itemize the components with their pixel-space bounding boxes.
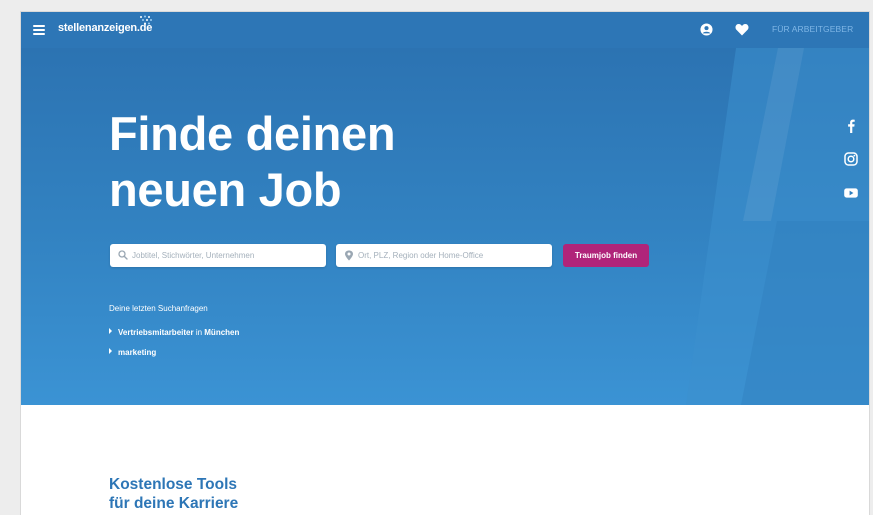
hero-section: Finde deinen neuen Job Traumjob finden D… (21, 48, 869, 405)
location-pin-icon (345, 250, 353, 261)
search-icon (118, 250, 128, 260)
location-input[interactable] (358, 244, 546, 267)
for-employers-link[interactable]: FÜR ARBEITGEBER (772, 24, 853, 34)
logo-dots-icon (140, 15, 152, 25)
youtube-icon[interactable] (843, 185, 859, 201)
recent-search-item[interactable]: marketing (109, 348, 156, 357)
menu-icon[interactable] (33, 25, 45, 35)
favorites-heart-icon[interactable] (735, 23, 749, 36)
recent-search-term: Vertriebsmitarbeiter (118, 328, 194, 337)
job-keyword-field (110, 244, 326, 267)
find-dream-job-button[interactable]: Traumjob finden (563, 244, 649, 267)
location-field (336, 244, 552, 267)
user-account-icon[interactable] (700, 23, 713, 36)
recent-search-term: marketing (118, 348, 157, 357)
facebook-icon[interactable] (843, 118, 859, 134)
caret-right-icon (109, 348, 112, 354)
hero-headline: Finde deinen neuen Job (109, 106, 529, 218)
top-navigation-bar: stellenanzeigen.de FÜR ARBEITGEBER (21, 12, 869, 48)
browser-viewport: stellenanzeigen.de FÜR ARBEITGEBER Finde… (20, 11, 870, 515)
caret-right-icon (109, 328, 112, 334)
tools-title-line-1: Kostenlose Tools (109, 476, 238, 493)
recent-searches-heading: Deine letzten Suchanfragen (109, 304, 208, 313)
headline-line-1: Finde deinen (109, 107, 396, 160)
recent-search-connector: in (193, 328, 205, 337)
instagram-icon[interactable] (843, 151, 859, 167)
tools-title-line-2: für deine Karriere (109, 495, 239, 512)
recent-search-location: München (204, 328, 240, 337)
headline-line-2: neuen Job (109, 163, 342, 216)
recent-search-item[interactable]: Vertriebsmitarbeiter in München (109, 328, 239, 337)
free-tools-heading: Kostenlose Tools für deine Karriere (109, 475, 369, 513)
job-keyword-input[interactable] (132, 244, 320, 267)
